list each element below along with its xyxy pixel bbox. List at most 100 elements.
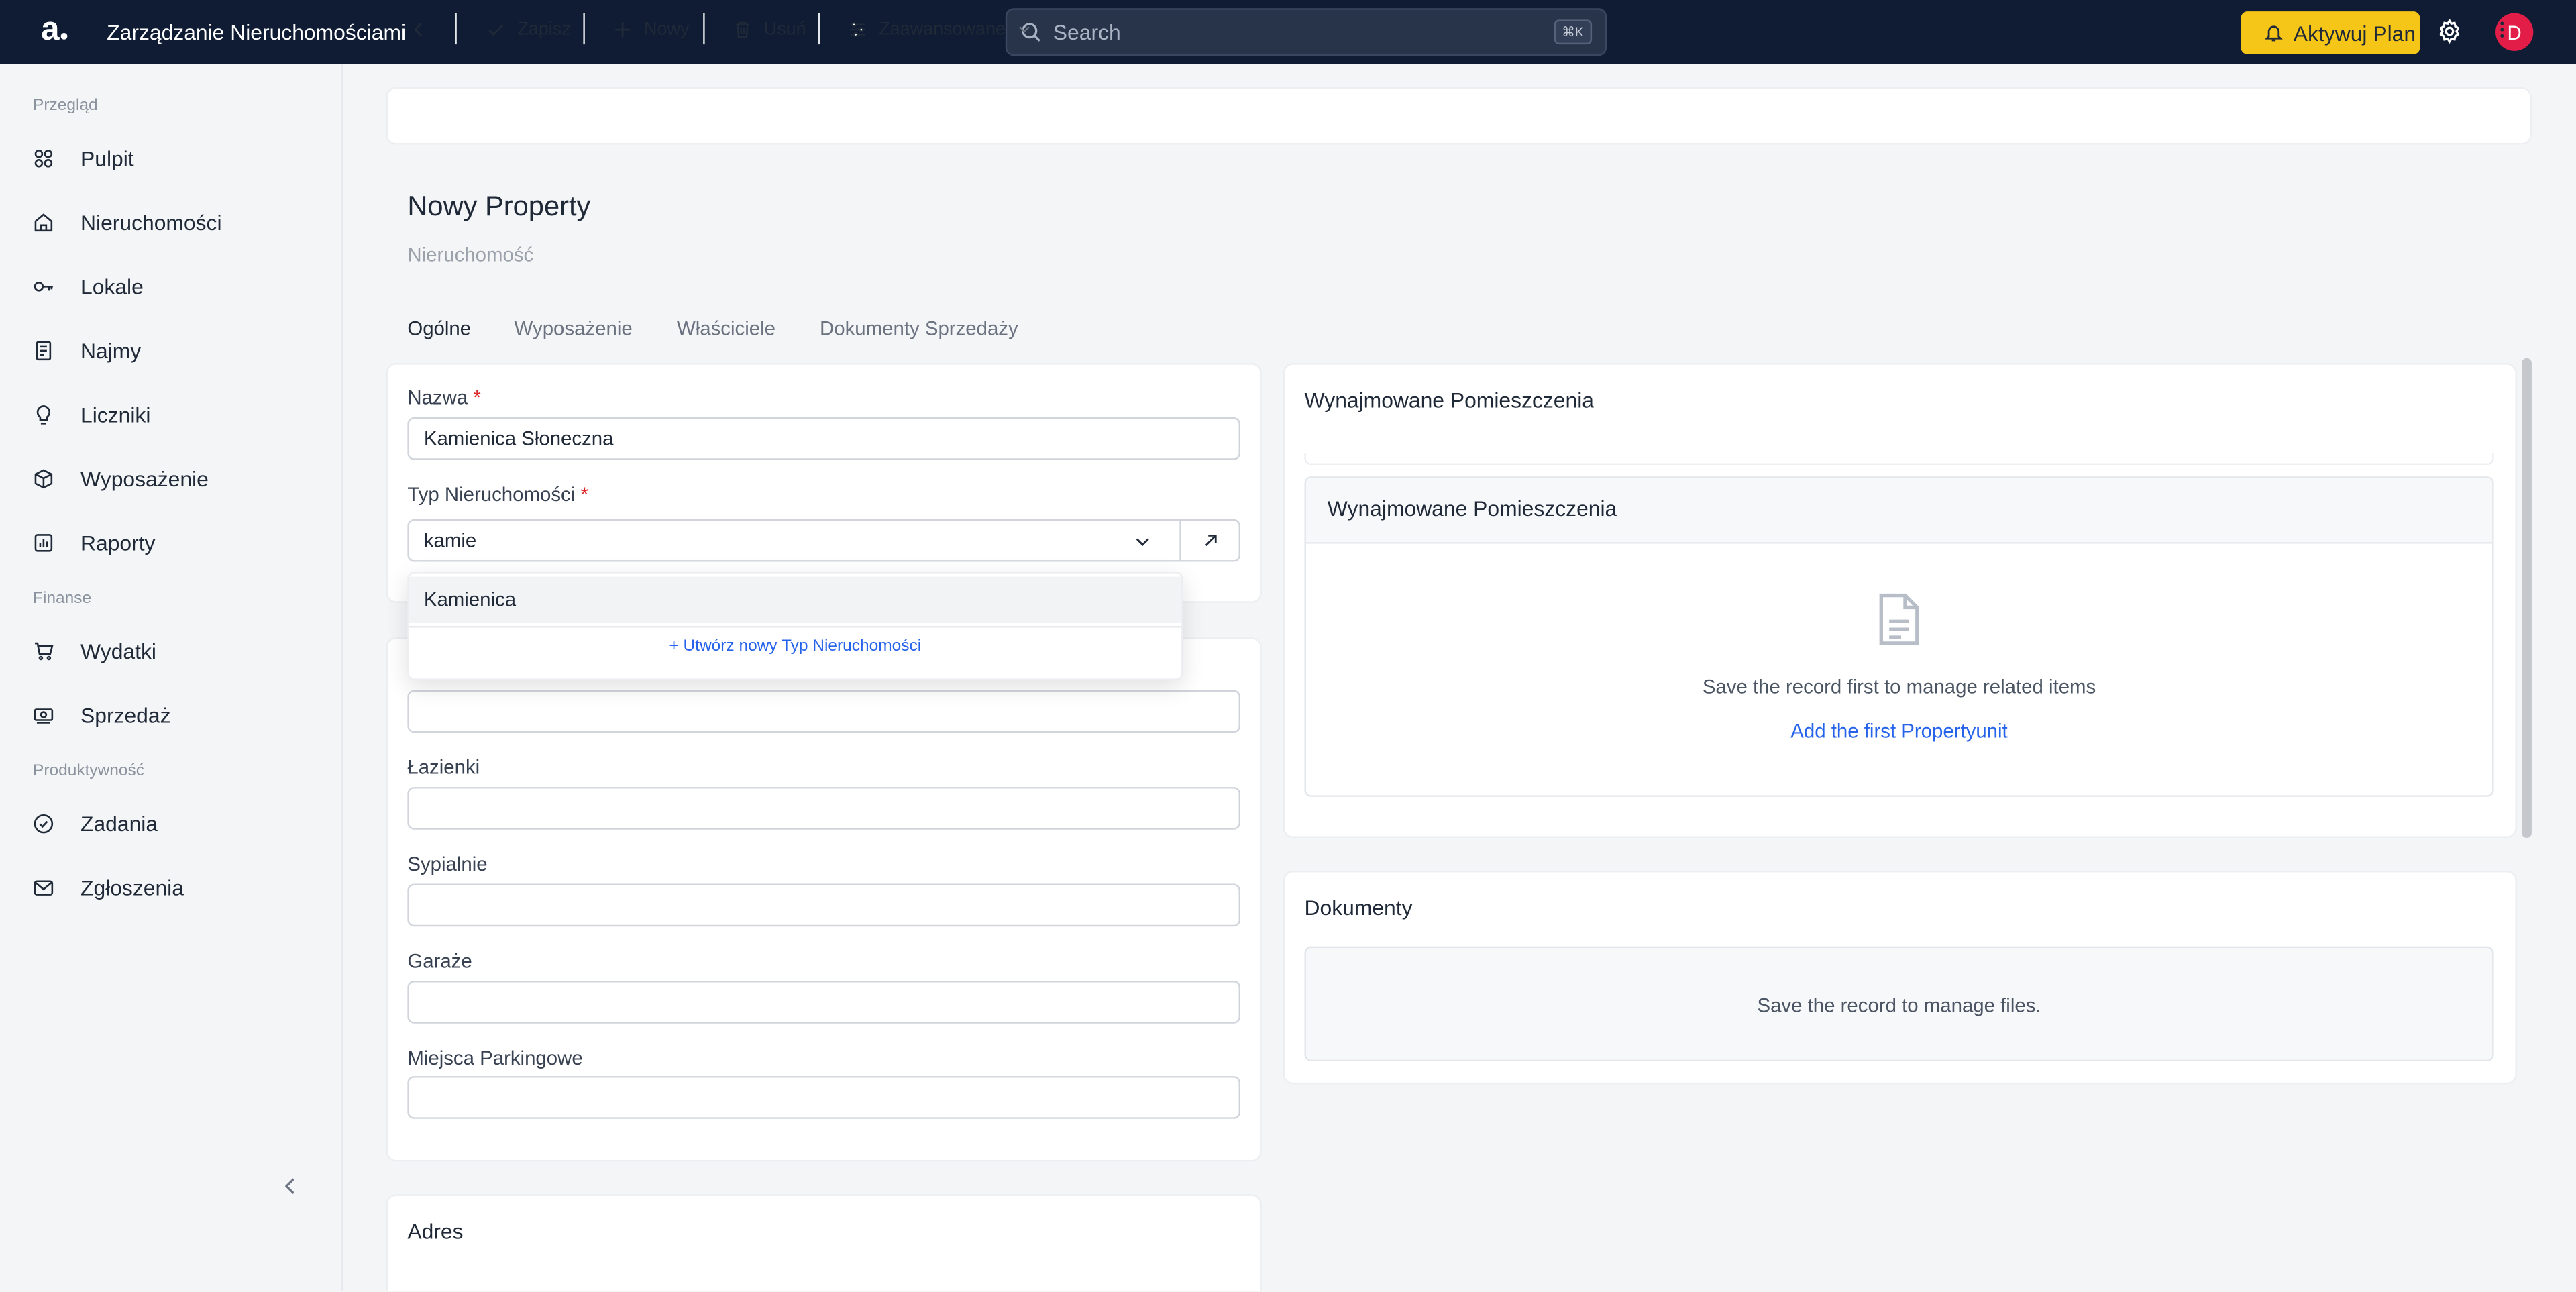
sidebar-item-tasks[interactable]: Zadania	[33, 805, 158, 841]
sidebar	[0, 64, 343, 1291]
cash-icon	[34, 708, 54, 723]
building-icon	[34, 212, 53, 231]
garages-field[interactable]	[407, 981, 1240, 1024]
tab-sales-documents[interactable]: Dokumenty Sprzedaży	[820, 317, 1018, 340]
advanced-label: Zaawansowane	[879, 19, 1006, 39]
chevron-left-icon	[413, 21, 423, 36]
sidebar-item-tickets[interactable]: Zgłoszenia	[33, 869, 184, 906]
trash-icon	[735, 21, 750, 38]
bathrooms-label: Łazienki	[407, 755, 480, 779]
document-icon	[36, 340, 52, 360]
record-toolbar	[386, 87, 2532, 145]
delete-button[interactable]: Usuń	[733, 0, 806, 58]
sidebar-item-reports[interactable]: Raporty	[33, 524, 156, 560]
collapse-sidebar-icon[interactable]	[279, 1175, 302, 1197]
grid-icon	[34, 148, 53, 167]
units-panel-collapsed-strip	[1304, 453, 2494, 466]
more-options-button[interactable]	[2492, 0, 2524, 58]
sidebar-item-dashboard[interactable]: Pulpit	[33, 140, 134, 176]
name-label: Nazwa *	[407, 386, 481, 409]
property-type-query: kamie	[423, 529, 477, 552]
sidebar-item-properties[interactable]: Nieruchomości	[33, 204, 222, 240]
sidebar-item-units[interactable]: Lokale	[33, 268, 144, 304]
documents-title: Dokumenty	[1304, 895, 1413, 920]
upgrade-plan-button[interactable]: Aktywuj Plan	[2241, 11, 2420, 54]
save-label: Zapisz	[517, 19, 571, 39]
sidebar-item-label: Lokale	[80, 273, 144, 299]
check-icon	[488, 23, 504, 36]
tab-owners[interactable]: Właściciele	[677, 317, 775, 340]
sidebar-section-productivity: Produktywność	[32, 762, 145, 781]
search-shortcut: ⌘K	[1553, 19, 1593, 45]
sidebar-item-label: Zgłoszenia	[80, 875, 184, 900]
toolbar-divider	[703, 13, 705, 45]
sidebar-item-label: Nieruchomości	[80, 209, 222, 234]
sidebar-item-equipment[interactable]: Wyposażenie	[33, 460, 209, 496]
property-type-select[interactable]: kamie	[407, 519, 1181, 562]
sidebar-item-label: Najmy	[80, 337, 142, 363]
sidebar-item-meters[interactable]: Liczniki	[33, 396, 150, 432]
dropdown-option-kamienica[interactable]: Kamienica	[409, 576, 1181, 623]
parking-label: Miejsca Parkingowe	[407, 1046, 583, 1070]
sidebar-item-label: Pulpit	[80, 145, 134, 170]
scrollbar-thumb[interactable]	[2522, 358, 2532, 838]
documents-empty-text: Save the record to manage files.	[1757, 993, 2041, 1017]
hidden-field[interactable]	[407, 690, 1240, 733]
sidebar-item-label: Wydatki	[80, 638, 156, 663]
page-title: Nowy Property	[407, 191, 591, 222]
back-button[interactable]	[409, 0, 441, 58]
delete-label: Usuń	[763, 19, 806, 39]
sidebar-item-sales[interactable]: Sprzedaż	[33, 696, 171, 733]
sidebar-item-expenses[interactable]: Wydatki	[33, 633, 156, 669]
tab-equipment[interactable]: Wyposażenie	[515, 317, 633, 340]
sidebar-item-label: Liczniki	[80, 401, 151, 427]
plus-icon	[615, 21, 631, 36]
tab-general[interactable]: Ogólne	[407, 317, 471, 340]
save-button[interactable]: Zapisz	[486, 0, 571, 58]
sidebar-section-finance: Finanse	[32, 590, 92, 608]
bathrooms-field[interactable]	[407, 787, 1240, 830]
bedrooms-field[interactable]	[407, 883, 1240, 927]
add-first-unit-link[interactable]: Add the first Propertyunit	[1306, 720, 2492, 743]
lightbulb-icon	[36, 404, 51, 424]
new-label: Nowy	[644, 19, 690, 39]
toolbar-divider	[818, 13, 820, 45]
garages-label: Garaże	[407, 949, 472, 973]
sidebar-item-label: Zadania	[80, 810, 158, 836]
property-type-dropdown: Kamienica + Utwórz nowy Typ Nieruchomośc…	[407, 572, 1183, 680]
key-icon	[34, 280, 53, 291]
sliders-icon	[850, 21, 865, 37]
report-icon	[34, 533, 53, 551]
open-property-type-button[interactable]	[1181, 519, 1240, 562]
address-card	[386, 1194, 1262, 1291]
units-empty-text: Save the record first to manage related …	[1702, 675, 2096, 698]
bell-icon	[2264, 25, 2283, 42]
document-icon	[1879, 593, 1919, 645]
chevron-down-icon	[1136, 537, 1149, 545]
new-button[interactable]: Nowy	[612, 0, 689, 58]
sidebar-item-label: Wyposażenie	[80, 466, 209, 491]
page-subtitle: Nieruchomość	[407, 243, 534, 266]
cart-icon	[34, 641, 54, 660]
units-panel-title: Wynajmowane Pomieszczenia	[1304, 387, 1594, 413]
gear-icon[interactable]	[2436, 18, 2463, 44]
parking-field[interactable]	[407, 1076, 1240, 1119]
documents-dropzone[interactable]: Save the record to manage files.	[1304, 946, 2494, 1062]
external-arrow-icon	[1204, 534, 1216, 547]
search-placeholder: Search	[1053, 19, 1121, 45]
bedrooms-label: Sypialnie	[407, 853, 488, 876]
sidebar-item-leases[interactable]: Najmy	[33, 332, 141, 368]
search-input[interactable]: Search ⌘K	[1005, 8, 1607, 56]
app-logo[interactable]: a	[41, 10, 68, 50]
units-inner-box: Wynajmowane Pomieszczenia Save the recor…	[1304, 476, 2494, 797]
address-title: Adres	[407, 1219, 464, 1244]
sidebar-section-overview: Przegląd	[32, 97, 98, 115]
toolbar-divider	[583, 13, 585, 45]
name-field[interactable]: Kamienica Słoneczna	[407, 417, 1240, 460]
property-type-label: Typ Nieruchomości *	[407, 483, 588, 506]
top-bar: a Zarządzanie Nieruchomościami Search ⌘K…	[0, 0, 2576, 64]
advanced-dropdown[interactable]: Zaawansowane	[848, 0, 1032, 58]
chevron-down-icon	[1019, 26, 1030, 33]
create-property-type-link[interactable]: + Utwórz nowy Typ Nieruchomości	[409, 637, 1181, 655]
dropdown-divider	[409, 626, 1181, 628]
